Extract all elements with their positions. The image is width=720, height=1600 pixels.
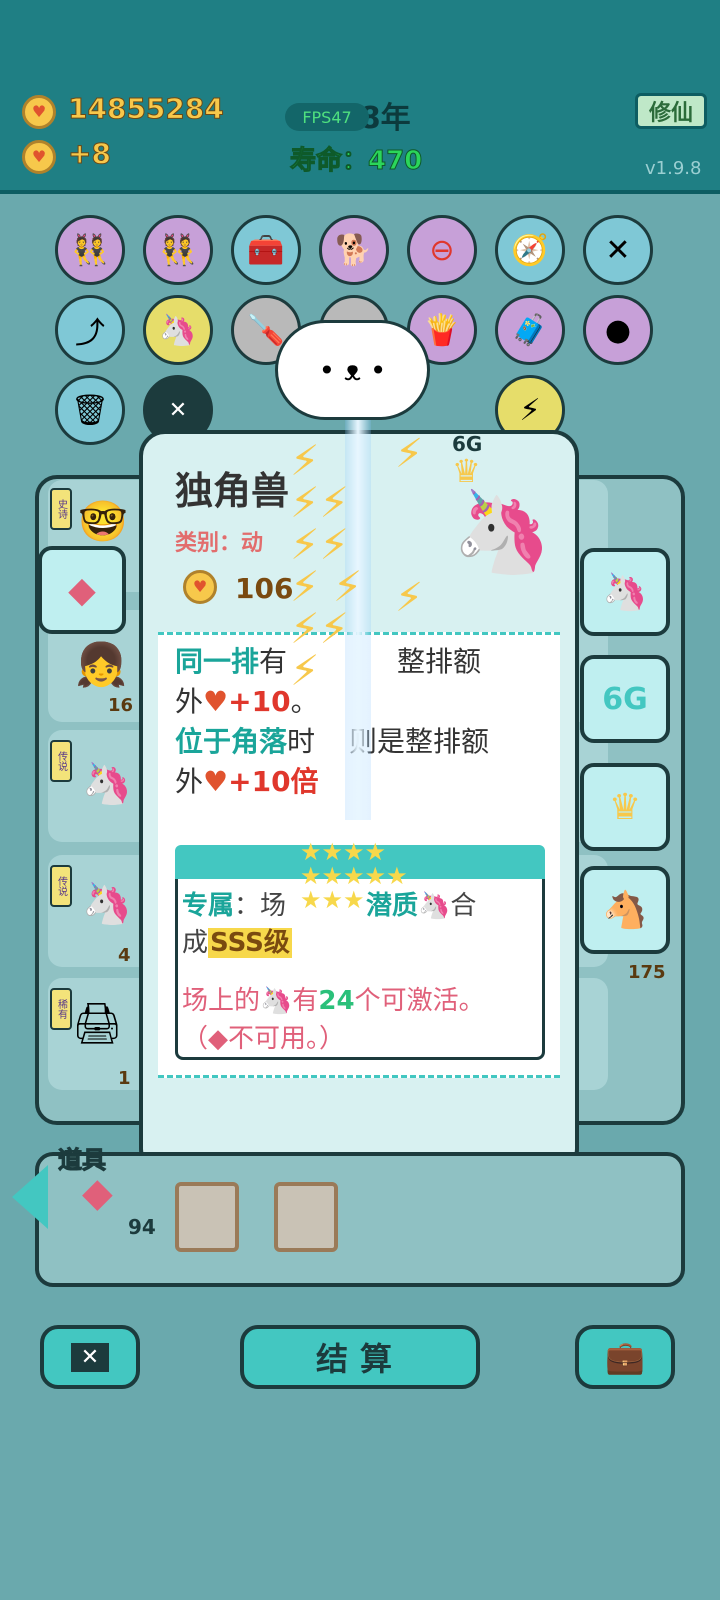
rarity-badge: 史诗: [50, 488, 72, 530]
rarity-badge: 传说: [50, 865, 72, 907]
tool-slot-empty[interactable]: [175, 1182, 239, 1252]
rarity-badge: 传说: [50, 740, 72, 782]
xiuxian-button[interactable]: 修仙: [635, 93, 707, 129]
slot-twins[interactable]: 👯: [143, 215, 213, 285]
coin-icon: ♥: [22, 95, 56, 129]
slot-dog[interactable]: 🐕: [319, 215, 389, 285]
left-arrow-icon[interactable]: [12, 1165, 48, 1229]
star-burst-effect: ★★★★ ★★★★★ ★★★: [300, 838, 408, 914]
item-price: 106: [235, 572, 294, 605]
remove-button[interactable]: ✕: [40, 1325, 140, 1389]
lightning-effect: ⚡ ⚡⚡ ⚡⚡ ⚡ ⚡ ⚡⚡ ⚡: [290, 436, 363, 695]
description-line: 外♥+10倍: [175, 765, 319, 798]
tool-slot-empty[interactable]: [274, 1182, 338, 1252]
activate-line: 场上的🦄有24个可激活。: [182, 986, 485, 1016]
coin-icon: ♥: [183, 570, 217, 604]
item-name: 独角兽: [175, 469, 290, 513]
card-unicorn[interactable]: 🦄: [82, 880, 132, 927]
cloud-mascot: • ᴥ •: [275, 320, 430, 420]
exclusive-line: 成SSS级: [182, 928, 292, 958]
liver-tool[interactable]: ◆: [82, 1170, 113, 1216]
slot-compass[interactable]: 🧭: [495, 215, 565, 285]
tag-6g-button[interactable]: 6G: [580, 655, 670, 743]
slot-unicorn[interactable]: 🦄: [143, 295, 213, 365]
rarity-badge: 稀有: [50, 988, 72, 1030]
card-count: 4: [118, 945, 131, 966]
unicorn-icon: 🦄: [452, 485, 552, 578]
card-character-glasses[interactable]: 🤓: [78, 498, 128, 545]
slot-trash[interactable]: 🗑: [55, 375, 125, 445]
briefcase-icon: 💼: [605, 1338, 645, 1376]
slot-box[interactable]: 🧳: [495, 295, 565, 365]
card-count: 1: [118, 1068, 131, 1089]
coin-total: 14855284: [68, 92, 225, 126]
slot-minus[interactable]: ⊖: [407, 215, 477, 285]
slot-twins[interactable]: 👯: [55, 215, 125, 285]
settle-button[interactable]: 结算: [240, 1325, 480, 1389]
slot-eyepatch[interactable]: ●: [583, 295, 653, 365]
card-printer[interactable]: 🖨: [72, 1000, 123, 1047]
lightning-effect: ⚡ ⚡: [395, 431, 424, 621]
unicorn-side-button[interactable]: 🦄: [580, 548, 670, 636]
briefcase-button[interactable]: 💼: [575, 1325, 675, 1389]
coin-rate: +8: [68, 137, 112, 171]
lifespan-counter: 寿命：470: [289, 146, 423, 177]
slot-sticks[interactable]: ✕: [583, 215, 653, 285]
card-unicorn[interactable]: 🦄: [82, 760, 132, 807]
card-character-girl[interactable]: 👧: [75, 640, 127, 690]
fps-counter: FPS47: [285, 103, 369, 131]
liver-side-button[interactable]: ◆: [38, 546, 126, 634]
card-count: 16: [108, 695, 134, 716]
card-count: 175: [628, 962, 666, 983]
slot-arrow[interactable]: ⤴: [55, 295, 125, 365]
description-line: 位于角落时 则是整排额: [175, 725, 490, 758]
crown-side-button[interactable]: ♛: [580, 763, 670, 851]
remove-icon: ✕: [70, 1342, 110, 1372]
unavailable-line: （◆不可用。）: [182, 1024, 346, 1054]
slot-pump[interactable]: 🧰: [231, 215, 301, 285]
coin-icon: ♥: [22, 140, 56, 174]
item-category: 类别：动: [175, 531, 264, 556]
horse-side-button[interactable]: 🐴: [580, 866, 670, 954]
liver-count: 94: [128, 1215, 156, 1239]
version-label: v1.9.8: [645, 158, 702, 179]
